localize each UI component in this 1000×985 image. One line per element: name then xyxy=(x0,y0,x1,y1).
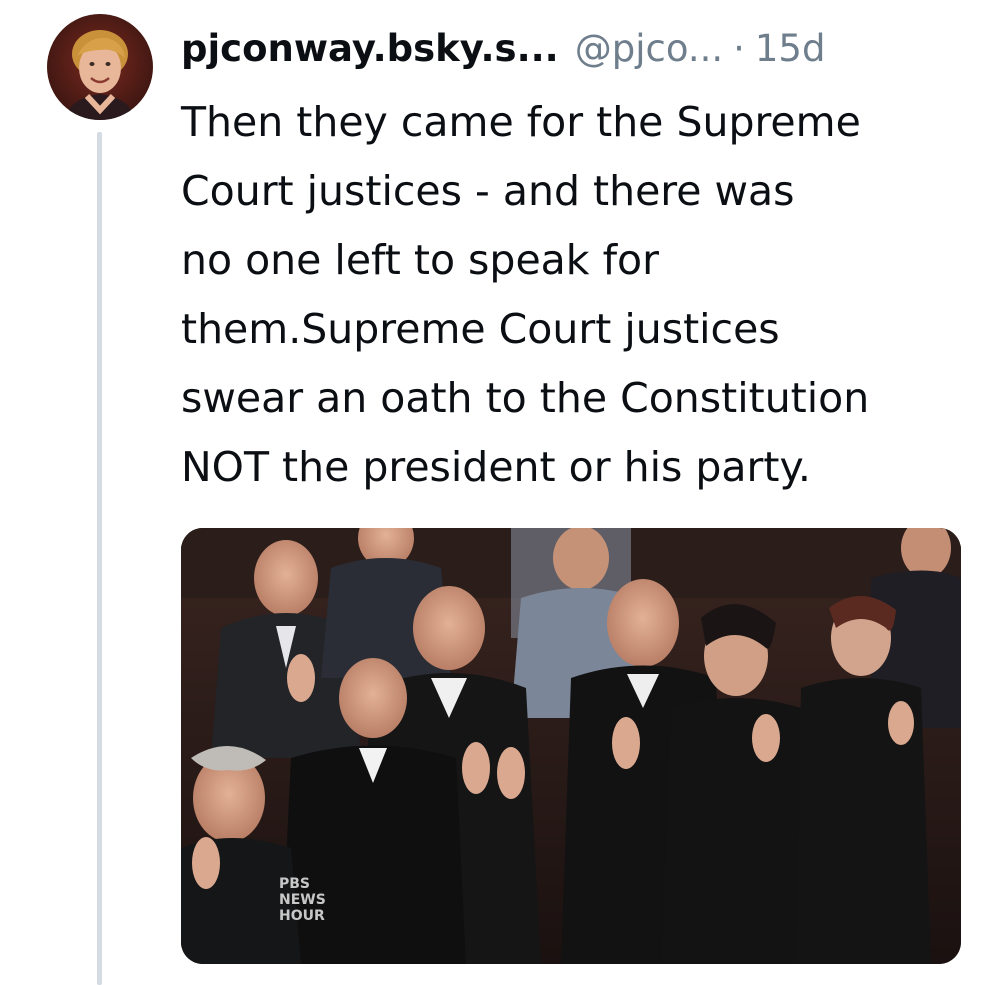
header-separator: · xyxy=(733,27,745,70)
post-header: pjconway.bsky.s... @pjco... · 15d xyxy=(181,14,825,84)
avatar-photo xyxy=(65,30,135,120)
author-avatar[interactable] xyxy=(47,14,153,120)
post-media-gif[interactable]: PBS NEWS HOUR xyxy=(181,528,961,964)
author-handle[interactable]: @pjco... xyxy=(575,14,723,84)
thread-line xyxy=(97,132,102,985)
svg-text:NEWS: NEWS xyxy=(279,892,326,908)
svg-text:HOUR: HOUR xyxy=(279,908,325,924)
post-text: Then they came for the Supreme Court jus… xyxy=(181,98,870,491)
svg-text:PBS: PBS xyxy=(279,876,310,892)
author-display-name[interactable]: pjconway.bsky.s... xyxy=(181,14,559,84)
post-timestamp[interactable]: 15d xyxy=(755,14,826,84)
gif-image: PBS NEWS HOUR xyxy=(181,528,961,964)
post[interactable]: pjconway.bsky.s... @pjco... · 15d Then t… xyxy=(0,0,1000,985)
